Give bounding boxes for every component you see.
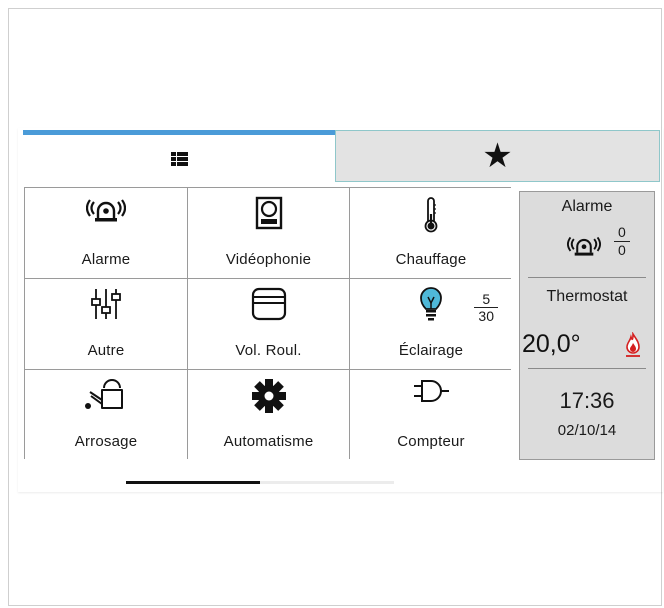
- star-icon: ★: [482, 136, 513, 176]
- tile-label: Autre: [87, 342, 125, 359]
- tile-label: Automatisme: [223, 433, 314, 450]
- tile-label: Chauffage: [395, 251, 467, 268]
- tile-label: Alarme: [81, 251, 131, 268]
- thermometer-icon: [424, 197, 438, 233]
- category-grid: Alarme Vidéophonie Chauffage Autre Vol. …: [24, 187, 512, 460]
- tab-favorites[interactable]: ★: [335, 130, 660, 182]
- tile-label: Compteur: [397, 433, 465, 450]
- thermostat-title: Thermostat: [546, 288, 628, 305]
- tile-chauffage[interactable]: Chauffage: [350, 188, 512, 278]
- alarm-count: 0 0: [614, 224, 630, 259]
- divider: [528, 368, 646, 369]
- lightbulb-icon: [420, 287, 442, 321]
- tile-compteur[interactable]: Compteur: [350, 370, 512, 460]
- alarm-title: Alarme: [561, 198, 613, 215]
- temperature-value: 20,0°: [522, 330, 581, 358]
- tile-label: Arrosage: [74, 433, 138, 450]
- page-indicator-current: [126, 481, 260, 484]
- lights-on-value: 5: [474, 291, 498, 309]
- alarm-total-value: 0: [618, 241, 626, 258]
- clock-time: 17:36: [559, 388, 615, 413]
- lights-on-count: 5 30: [474, 291, 498, 324]
- divider: [528, 277, 646, 278]
- tile-automatisme[interactable]: Automatisme: [188, 370, 349, 460]
- gear-icon: [251, 379, 286, 413]
- alarm-siren-icon: [566, 236, 602, 256]
- grid-icon: [170, 151, 188, 166]
- status-panel: Alarme 0 0 Thermostat 20,0° 17:36 02/10/…: [519, 191, 655, 460]
- roller-shutter-icon: [251, 287, 286, 321]
- lights-total-value: 30: [478, 308, 494, 325]
- sliders-icon: [91, 289, 121, 319]
- tile-alarme[interactable]: Alarme: [25, 188, 187, 278]
- thermostat-widget[interactable]: 20,0°: [520, 326, 654, 368]
- tile-label: Éclairage: [398, 342, 464, 359]
- flame-icon: [626, 332, 640, 357]
- videophone-icon: [255, 196, 282, 230]
- alarm-active-value: 0: [614, 224, 630, 242]
- plug-icon: [414, 380, 449, 402]
- watering-can-icon: [85, 379, 123, 409]
- tile-label: Vidéophonie: [225, 251, 312, 268]
- tile-arrosage[interactable]: Arrosage: [25, 370, 187, 460]
- page-indicator[interactable]: [126, 481, 394, 484]
- tile-videophonie[interactable]: Vidéophonie: [188, 188, 349, 278]
- tile-autre[interactable]: Autre: [25, 279, 187, 369]
- tab-grid[interactable]: [23, 130, 335, 182]
- tile-label: Vol. Roul.: [235, 342, 302, 359]
- clock-date: 02/10/14: [557, 422, 617, 439]
- tile-vol-roul[interactable]: Vol. Roul.: [188, 279, 349, 369]
- alarm-siren-icon: [86, 199, 126, 222]
- tile-eclairage[interactable]: 5 30 Éclairage: [350, 279, 512, 369]
